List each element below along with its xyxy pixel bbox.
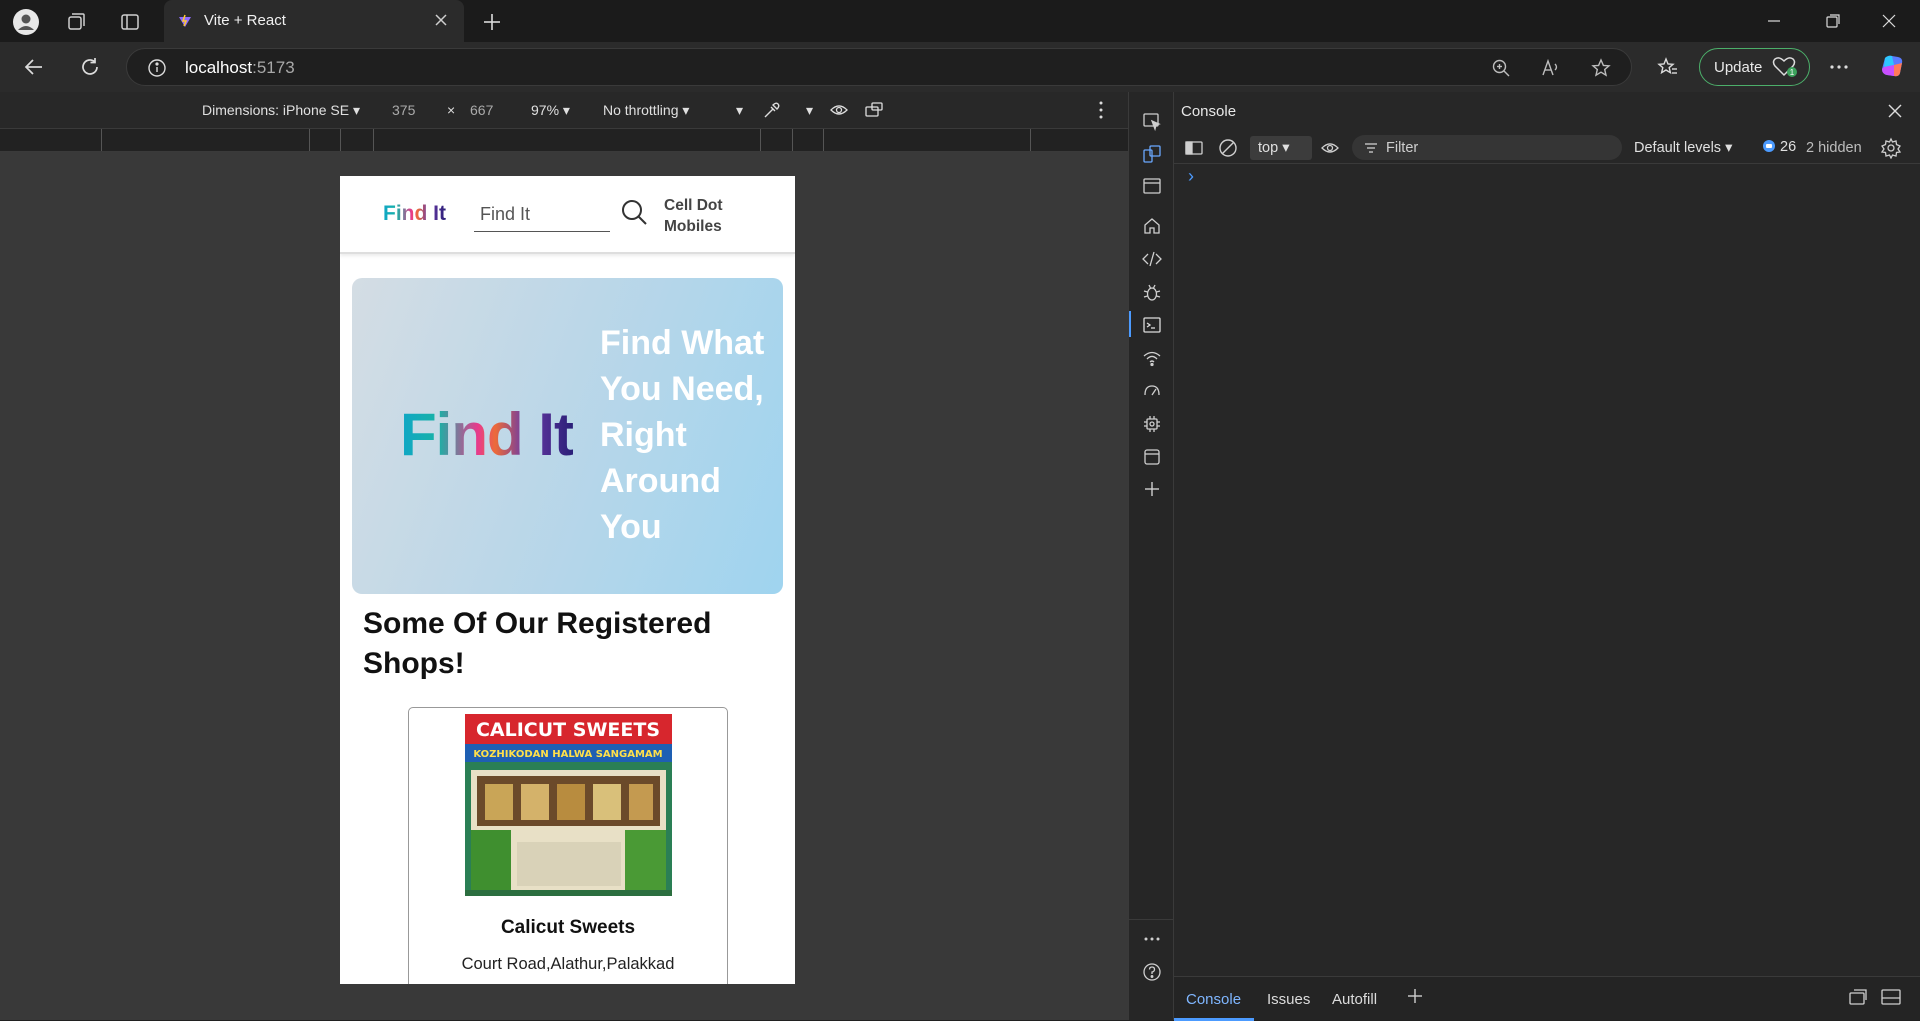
close-window-icon[interactable] bbox=[1877, 9, 1901, 33]
dropdown-icon[interactable]: ▾ bbox=[806, 102, 813, 119]
context-select[interactable]: top ▾ bbox=[1250, 136, 1312, 160]
title-bar: Vite + React bbox=[0, 0, 1920, 42]
active-panel-indicator bbox=[1129, 311, 1131, 337]
tab-issues[interactable]: Issues bbox=[1267, 991, 1310, 1008]
tab-autofill[interactable]: Autofill bbox=[1332, 991, 1377, 1008]
help-icon[interactable] bbox=[1140, 960, 1164, 984]
tab-console[interactable]: Console bbox=[1186, 991, 1241, 1008]
hero-banner: Find It Find What You Need, Right Around… bbox=[352, 278, 783, 594]
tab-title: Vite + React bbox=[204, 12, 286, 29]
inspect-element-icon[interactable] bbox=[1140, 110, 1164, 134]
sources-bug-icon[interactable] bbox=[1140, 280, 1164, 304]
shop-sign-subtitle: KOZHIKODAN HALWA SANGAMAM bbox=[473, 749, 662, 760]
update-label: Update bbox=[1714, 58, 1763, 76]
zoom-select[interactable]: 97% ▾ bbox=[531, 102, 570, 119]
url-text: localhost:5173 bbox=[185, 58, 295, 77]
filter-input[interactable]: Filter bbox=[1352, 135, 1622, 160]
close-tab-icon[interactable] bbox=[432, 11, 450, 29]
shop-name-link[interactable]: Cell Dot Mobiles bbox=[664, 195, 744, 237]
device-emulation-icon[interactable] bbox=[1140, 142, 1164, 166]
emulated-page[interactable]: Find It Cell Dot Mobiles Find It Find Wh… bbox=[340, 176, 795, 984]
close-drawer-icon[interactable] bbox=[1880, 987, 1902, 1007]
device-toolbar: Dimensions: iPhone SE ▾ 375 × 667 97% ▾ … bbox=[0, 92, 1128, 128]
sidebar-toggle-icon[interactable] bbox=[1184, 139, 1204, 157]
add-drawer-tab-icon[interactable] bbox=[1406, 987, 1424, 1005]
refresh-icon[interactable] bbox=[76, 53, 104, 81]
favorites-icon[interactable] bbox=[1654, 53, 1682, 81]
height-input[interactable]: 667 bbox=[470, 102, 493, 118]
console-settings-gear-icon[interactable] bbox=[1880, 137, 1902, 159]
more-options-icon[interactable] bbox=[1140, 927, 1164, 951]
back-icon[interactable] bbox=[20, 53, 48, 81]
restore-icon[interactable] bbox=[1821, 9, 1845, 33]
hero-tagline: Find What You Need, Right Around You bbox=[600, 324, 765, 546]
filter-placeholder: Filter bbox=[1386, 140, 1419, 156]
more-options-dropdown-icon[interactable]: ▾ bbox=[736, 102, 743, 119]
read-aloud-icon[interactable] bbox=[1541, 58, 1561, 78]
shop-image: CALICUT SWEETS KOZHIKODAN HALWA SANGAMAM bbox=[465, 714, 672, 896]
memory-chip-icon[interactable] bbox=[1140, 412, 1164, 436]
address-bar[interactable]: localhost:5173 bbox=[126, 48, 1632, 86]
close-devtools-icon[interactable] bbox=[1886, 102, 1904, 120]
filter-icon bbox=[1364, 141, 1378, 155]
panel-title: Console bbox=[1181, 103, 1237, 120]
vite-favicon-icon bbox=[178, 14, 192, 28]
shop-sign-title: CALICUT SWEETS bbox=[476, 719, 660, 741]
times-sign: × bbox=[447, 102, 456, 118]
site-logo[interactable]: Find It bbox=[383, 202, 446, 226]
network-wifi-icon[interactable] bbox=[1140, 346, 1164, 370]
dock-icon[interactable] bbox=[1140, 174, 1164, 198]
log-levels-select[interactable]: Default levels ▾ bbox=[1634, 140, 1732, 156]
site-info-icon[interactable] bbox=[147, 58, 167, 78]
svg-text:1: 1 bbox=[1790, 68, 1795, 77]
welcome-home-icon[interactable] bbox=[1140, 214, 1164, 238]
hero-logo: Find It bbox=[400, 401, 574, 468]
site-header: Find It Cell Dot Mobiles bbox=[340, 176, 795, 254]
rotate-device-icon[interactable] bbox=[864, 100, 886, 120]
live-expression-eye-icon[interactable] bbox=[1320, 139, 1340, 157]
vision-deficiency-icon[interactable] bbox=[829, 101, 849, 119]
application-icon[interactable] bbox=[1140, 445, 1164, 469]
hidden-count: 2 hidden bbox=[1806, 140, 1862, 156]
new-tab-icon[interactable] bbox=[478, 8, 506, 36]
search-input[interactable] bbox=[474, 198, 610, 232]
console-toolbar: top ▾ Filter Default levels ▾ 26 2 hidde… bbox=[1174, 132, 1920, 164]
devtools-console-panel: Console top ▾ Filter Default levels ▾ 26… bbox=[1174, 92, 1920, 1021]
registered-shops-title: Some Of Our Registered Shops! bbox=[363, 607, 712, 680]
shop-card[interactable]: CALICUT SWEETS KOZHIKODAN HALWA SANGAMAM… bbox=[408, 707, 728, 984]
clear-console-icon[interactable] bbox=[1218, 138, 1238, 158]
shop-address: Court Road,Alathur,Palakkad bbox=[461, 955, 675, 973]
search-icon[interactable] bbox=[620, 198, 648, 226]
update-button[interactable]: Update 1 bbox=[1699, 48, 1810, 86]
devtools-activity-bar bbox=[1128, 92, 1174, 1020]
shop-name[interactable]: Calicut Sweets bbox=[409, 917, 727, 939]
more-menu-icon[interactable] bbox=[1825, 53, 1853, 81]
browser-tab[interactable]: Vite + React bbox=[164, 0, 464, 42]
throttling-select[interactable]: No throttling ▾ bbox=[603, 102, 689, 119]
console-prompt[interactable]: › bbox=[1188, 166, 1194, 187]
tab-actions-icon[interactable] bbox=[116, 8, 144, 36]
profile-icon[interactable] bbox=[12, 8, 40, 36]
eyedropper-icon[interactable] bbox=[762, 100, 782, 120]
device-toolbar-menu-icon[interactable] bbox=[1098, 100, 1104, 120]
performance-gauge-icon[interactable] bbox=[1140, 379, 1164, 403]
message-count-badge[interactable]: 26 bbox=[1762, 139, 1796, 155]
media-query-ruler[interactable] bbox=[0, 128, 1128, 152]
copilot-icon[interactable] bbox=[1878, 52, 1906, 80]
elements-code-icon[interactable] bbox=[1140, 247, 1164, 271]
navigation-bar: localhost:5173 Update 1 bbox=[0, 42, 1920, 92]
minimize-icon[interactable] bbox=[1762, 9, 1786, 33]
more-tools-plus-icon[interactable] bbox=[1140, 477, 1164, 501]
dock-drawer-icon[interactable] bbox=[1846, 987, 1868, 1007]
console-icon[interactable] bbox=[1140, 313, 1164, 337]
drawer-tabs: Console Issues Autofill bbox=[1174, 976, 1920, 1021]
zoom-icon[interactable] bbox=[1491, 58, 1511, 78]
dimensions-select[interactable]: Dimensions: iPhone SE ▾ bbox=[202, 102, 360, 119]
favorite-star-icon[interactable] bbox=[1591, 58, 1611, 78]
workspaces-icon[interactable] bbox=[62, 8, 90, 36]
health-icon: 1 bbox=[1772, 56, 1798, 78]
width-input[interactable]: 375 bbox=[392, 102, 415, 118]
